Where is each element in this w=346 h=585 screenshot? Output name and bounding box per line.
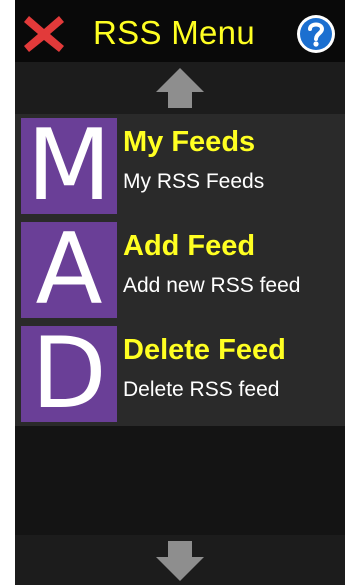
help-button[interactable]	[295, 13, 337, 55]
arrow-down-icon	[156, 541, 204, 581]
app-screen: RSS Menu M My Feeds My RSS Feeds A Add F…	[15, 0, 345, 585]
page-title: RSS Menu	[93, 14, 255, 51]
empty-list-area	[15, 426, 345, 535]
scroll-up-button[interactable]	[15, 62, 345, 114]
menu-item-letter-tile: D	[21, 325, 117, 423]
menu-item-subtitle: Add new RSS feed	[123, 274, 301, 297]
arrow-up-icon	[156, 68, 204, 108]
menu-item-title: Delete Feed	[123, 334, 286, 366]
menu-item-delete-feed[interactable]: D Delete Feed Delete RSS feed	[15, 322, 345, 426]
menu-item-my-feeds[interactable]: M My Feeds My RSS Feeds	[15, 114, 345, 218]
menu-item-letter-tile: M	[21, 117, 117, 215]
title-bar: RSS Menu	[15, 0, 345, 62]
menu-item-title: My Feeds	[123, 126, 256, 158]
menu-item-subtitle: Delete RSS feed	[123, 378, 280, 401]
close-button[interactable]	[21, 12, 67, 56]
scroll-down-button[interactable]	[15, 535, 345, 585]
close-x-icon	[24, 16, 64, 52]
menu-item-subtitle: My RSS Feeds	[123, 170, 265, 193]
menu-item-add-feed[interactable]: A Add Feed Add new RSS feed	[15, 218, 345, 322]
help-question-icon	[297, 15, 335, 53]
menu-item-title: Add Feed	[123, 230, 256, 262]
menu-item-letter-tile: A	[21, 221, 117, 319]
